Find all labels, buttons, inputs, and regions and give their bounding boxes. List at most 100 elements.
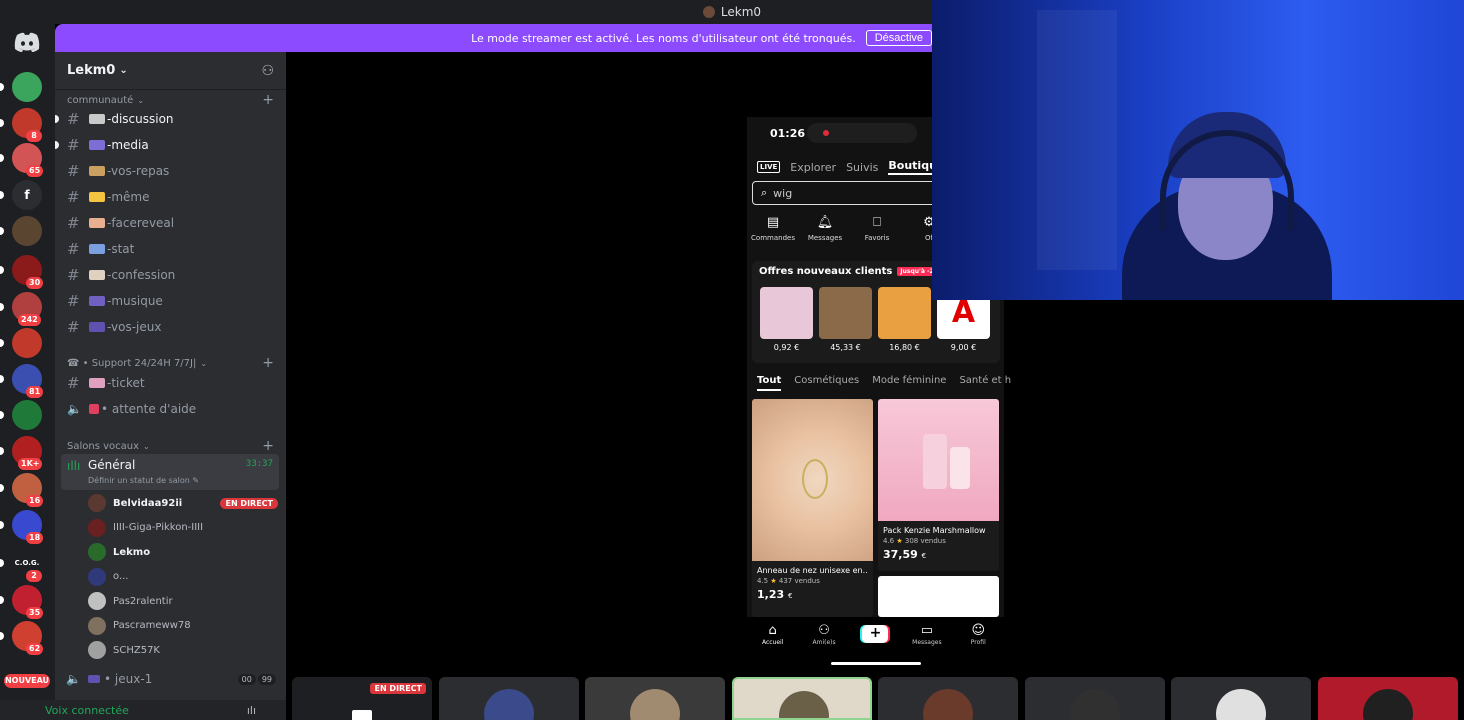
avatar (88, 641, 106, 659)
participant-tile[interactable] (1171, 677, 1311, 720)
guild-header[interactable]: Lekm0 ⌄ ⚇ (55, 52, 286, 90)
offer-price: 0,92 € (773, 343, 800, 352)
server-unread-pip (0, 83, 4, 91)
server-unread-pip (0, 596, 4, 604)
hash-icon: # (67, 240, 80, 258)
participant-tile[interactable] (731, 677, 872, 720)
category-communaute[interactable]: communauté ⌄ + (67, 92, 274, 108)
chevron-down-icon: ⌄ (119, 65, 128, 76)
speaker-icon: 🔈 (67, 402, 82, 416)
category-cosmetiques[interactable]: Cosmétiques (794, 375, 859, 391)
tab-suivis[interactable]: Suivis (846, 161, 878, 174)
channel-attente-aide[interactable]: 🔈 • attente d'aide (63, 397, 278, 421)
voice-member[interactable]: Pas2ralentir (88, 591, 278, 611)
server-icon[interactable] (12, 400, 42, 430)
add-channel-icon[interactable]: + (262, 92, 274, 108)
discord-home-icon[interactable] (13, 32, 41, 54)
channel-ticket[interactable]: # -ticket (63, 371, 278, 395)
user-limit: 99 (257, 673, 276, 685)
soundboard-icon[interactable]: ılı (247, 704, 256, 717)
disable-streamer-mode-button[interactable]: Désactive (865, 30, 932, 46)
voice-member[interactable]: IIII-Giga-Pikkon-IIII (88, 518, 278, 538)
channel-item[interactable]: # -vos-repas (63, 159, 278, 183)
channel-item[interactable]: # -media (55, 133, 278, 157)
channel-item[interactable]: # -confession (63, 263, 278, 287)
avatar (923, 689, 973, 720)
server-icon[interactable] (12, 328, 42, 358)
voice-status-prompt[interactable]: Définir un statut de salon ✎ (88, 476, 199, 485)
voice-channel-jeux[interactable]: 🔈 • jeux-1 00 99 (66, 672, 276, 686)
offer-image (760, 287, 813, 339)
product-card-partial[interactable] (878, 576, 999, 617)
participant-tile[interactable] (1317, 677, 1458, 720)
unread-badge: 242 (18, 314, 41, 326)
member-name: SCHZ57K (113, 644, 160, 656)
add-channel-icon[interactable]: + (262, 438, 274, 454)
alert-emoji-icon (89, 404, 99, 414)
offer-price: 16,80 € (889, 343, 920, 352)
offer-item[interactable]: 0,92 € (760, 287, 813, 352)
participant-tile[interactable] (585, 677, 725, 720)
category-salons-vocaux[interactable]: Salons vocaux ⌄ + (67, 438, 274, 454)
search-query: wig (773, 186, 793, 200)
channel-item[interactable]: # -musique (63, 289, 278, 313)
channel-item[interactable]: # -même (63, 185, 278, 209)
hash-icon: # (67, 136, 80, 154)
server-unread-pip (0, 339, 4, 347)
avatar (88, 592, 106, 610)
channel-item[interactable]: # -stat (63, 237, 278, 261)
voice-member[interactable]: Pascrameww78 (88, 616, 278, 636)
voice-channel-general[interactable]: ıllı Général 33:37 Définir un statut de … (61, 454, 279, 490)
new-servers-badge[interactable]: NOUVEAU (4, 674, 50, 688)
participant-tile[interactable]: EN DIRECT (292, 677, 432, 720)
live-icon[interactable]: LIVE (757, 161, 781, 173)
unread-badge: 16 (26, 495, 44, 507)
shop-top-tabs: LIVE Explorer Suivis Boutique F (757, 159, 961, 175)
guild-name: Lekm0 (67, 63, 116, 78)
channel-item[interactable]: # -vos-jeux (63, 315, 278, 339)
inbox-icon: ▭ (920, 623, 933, 638)
offer-item[interactable]: 16,80 € (878, 287, 931, 352)
profile-icon: ☺ (971, 623, 986, 638)
invite-icon[interactable]: ⚇ (261, 63, 274, 79)
product-card-kenzie[interactable]: Pack Kenzie Marshmallow 4.6 ★ 308 vendus… (878, 399, 999, 571)
quick-favorites[interactable]: ⎕ Favoris (851, 215, 903, 242)
nav-profil[interactable]: ☺ Profil (953, 617, 1003, 670)
quick-orders[interactable]: ▤ Commandes (747, 215, 799, 242)
category-mode-feminine[interactable]: Mode féminine (872, 375, 946, 391)
category-support[interactable]: ☎ • Support 24/24H 7/7J| ⌄ + (67, 355, 274, 371)
offer-item[interactable]: 45,33 € (819, 287, 872, 352)
tab-explorer[interactable]: Explorer (790, 161, 836, 174)
server-icon[interactable] (12, 72, 42, 102)
add-channel-icon[interactable]: + (262, 355, 274, 371)
server-rail: 8 65 f 30 242 81 1K+ 16 18 C.O.G. 2 35 62 NOUVEAU (0, 24, 55, 720)
voice-member[interactable]: o... (88, 567, 278, 587)
category-tout[interactable]: Tout (757, 375, 782, 391)
participant-tile[interactable] (438, 677, 579, 720)
channel-label: -media (107, 138, 149, 152)
hash-icon: # (67, 266, 80, 284)
category-sante[interactable]: Santé et h (959, 375, 1011, 391)
offer-image (878, 287, 931, 339)
product-card-nose-ring[interactable]: Anneau de nez unisexe en... 4.5 ★ 437 ve… (752, 399, 873, 617)
member-name: Belvidaa92ii (113, 497, 183, 509)
quick-messages[interactable]: 🔔︎ Messages (799, 215, 851, 242)
channel-item[interactable]: # -discussion (55, 107, 278, 131)
product-name: Pack Kenzie Marshmallow (883, 526, 986, 535)
channel-item[interactable]: # -facereveal (63, 211, 278, 235)
voice-member[interactable]: Belvidaa92ii EN DIRECT (88, 493, 278, 513)
channel-emoji-icon (89, 322, 105, 332)
offer-price: 9,00 € (950, 343, 977, 352)
shop-category-tabs: Tout Cosmétiques Mode féminine Santé et … (757, 375, 1011, 391)
participant-tile[interactable] (1024, 677, 1165, 720)
server-icon[interactable] (12, 216, 42, 246)
nav-accueil[interactable]: ⌂ Accueil (748, 617, 798, 670)
channel-label: -vos-jeux (107, 320, 162, 334)
webcam-overlay (932, 0, 1464, 300)
avatar (88, 616, 106, 635)
hash-icon: # (67, 188, 80, 206)
participant-tile[interactable] (878, 677, 1018, 720)
server-icon[interactable]: f (12, 180, 42, 210)
voice-member[interactable]: SCHZ57K (88, 640, 278, 660)
voice-member[interactable]: Lekmo (88, 542, 278, 562)
